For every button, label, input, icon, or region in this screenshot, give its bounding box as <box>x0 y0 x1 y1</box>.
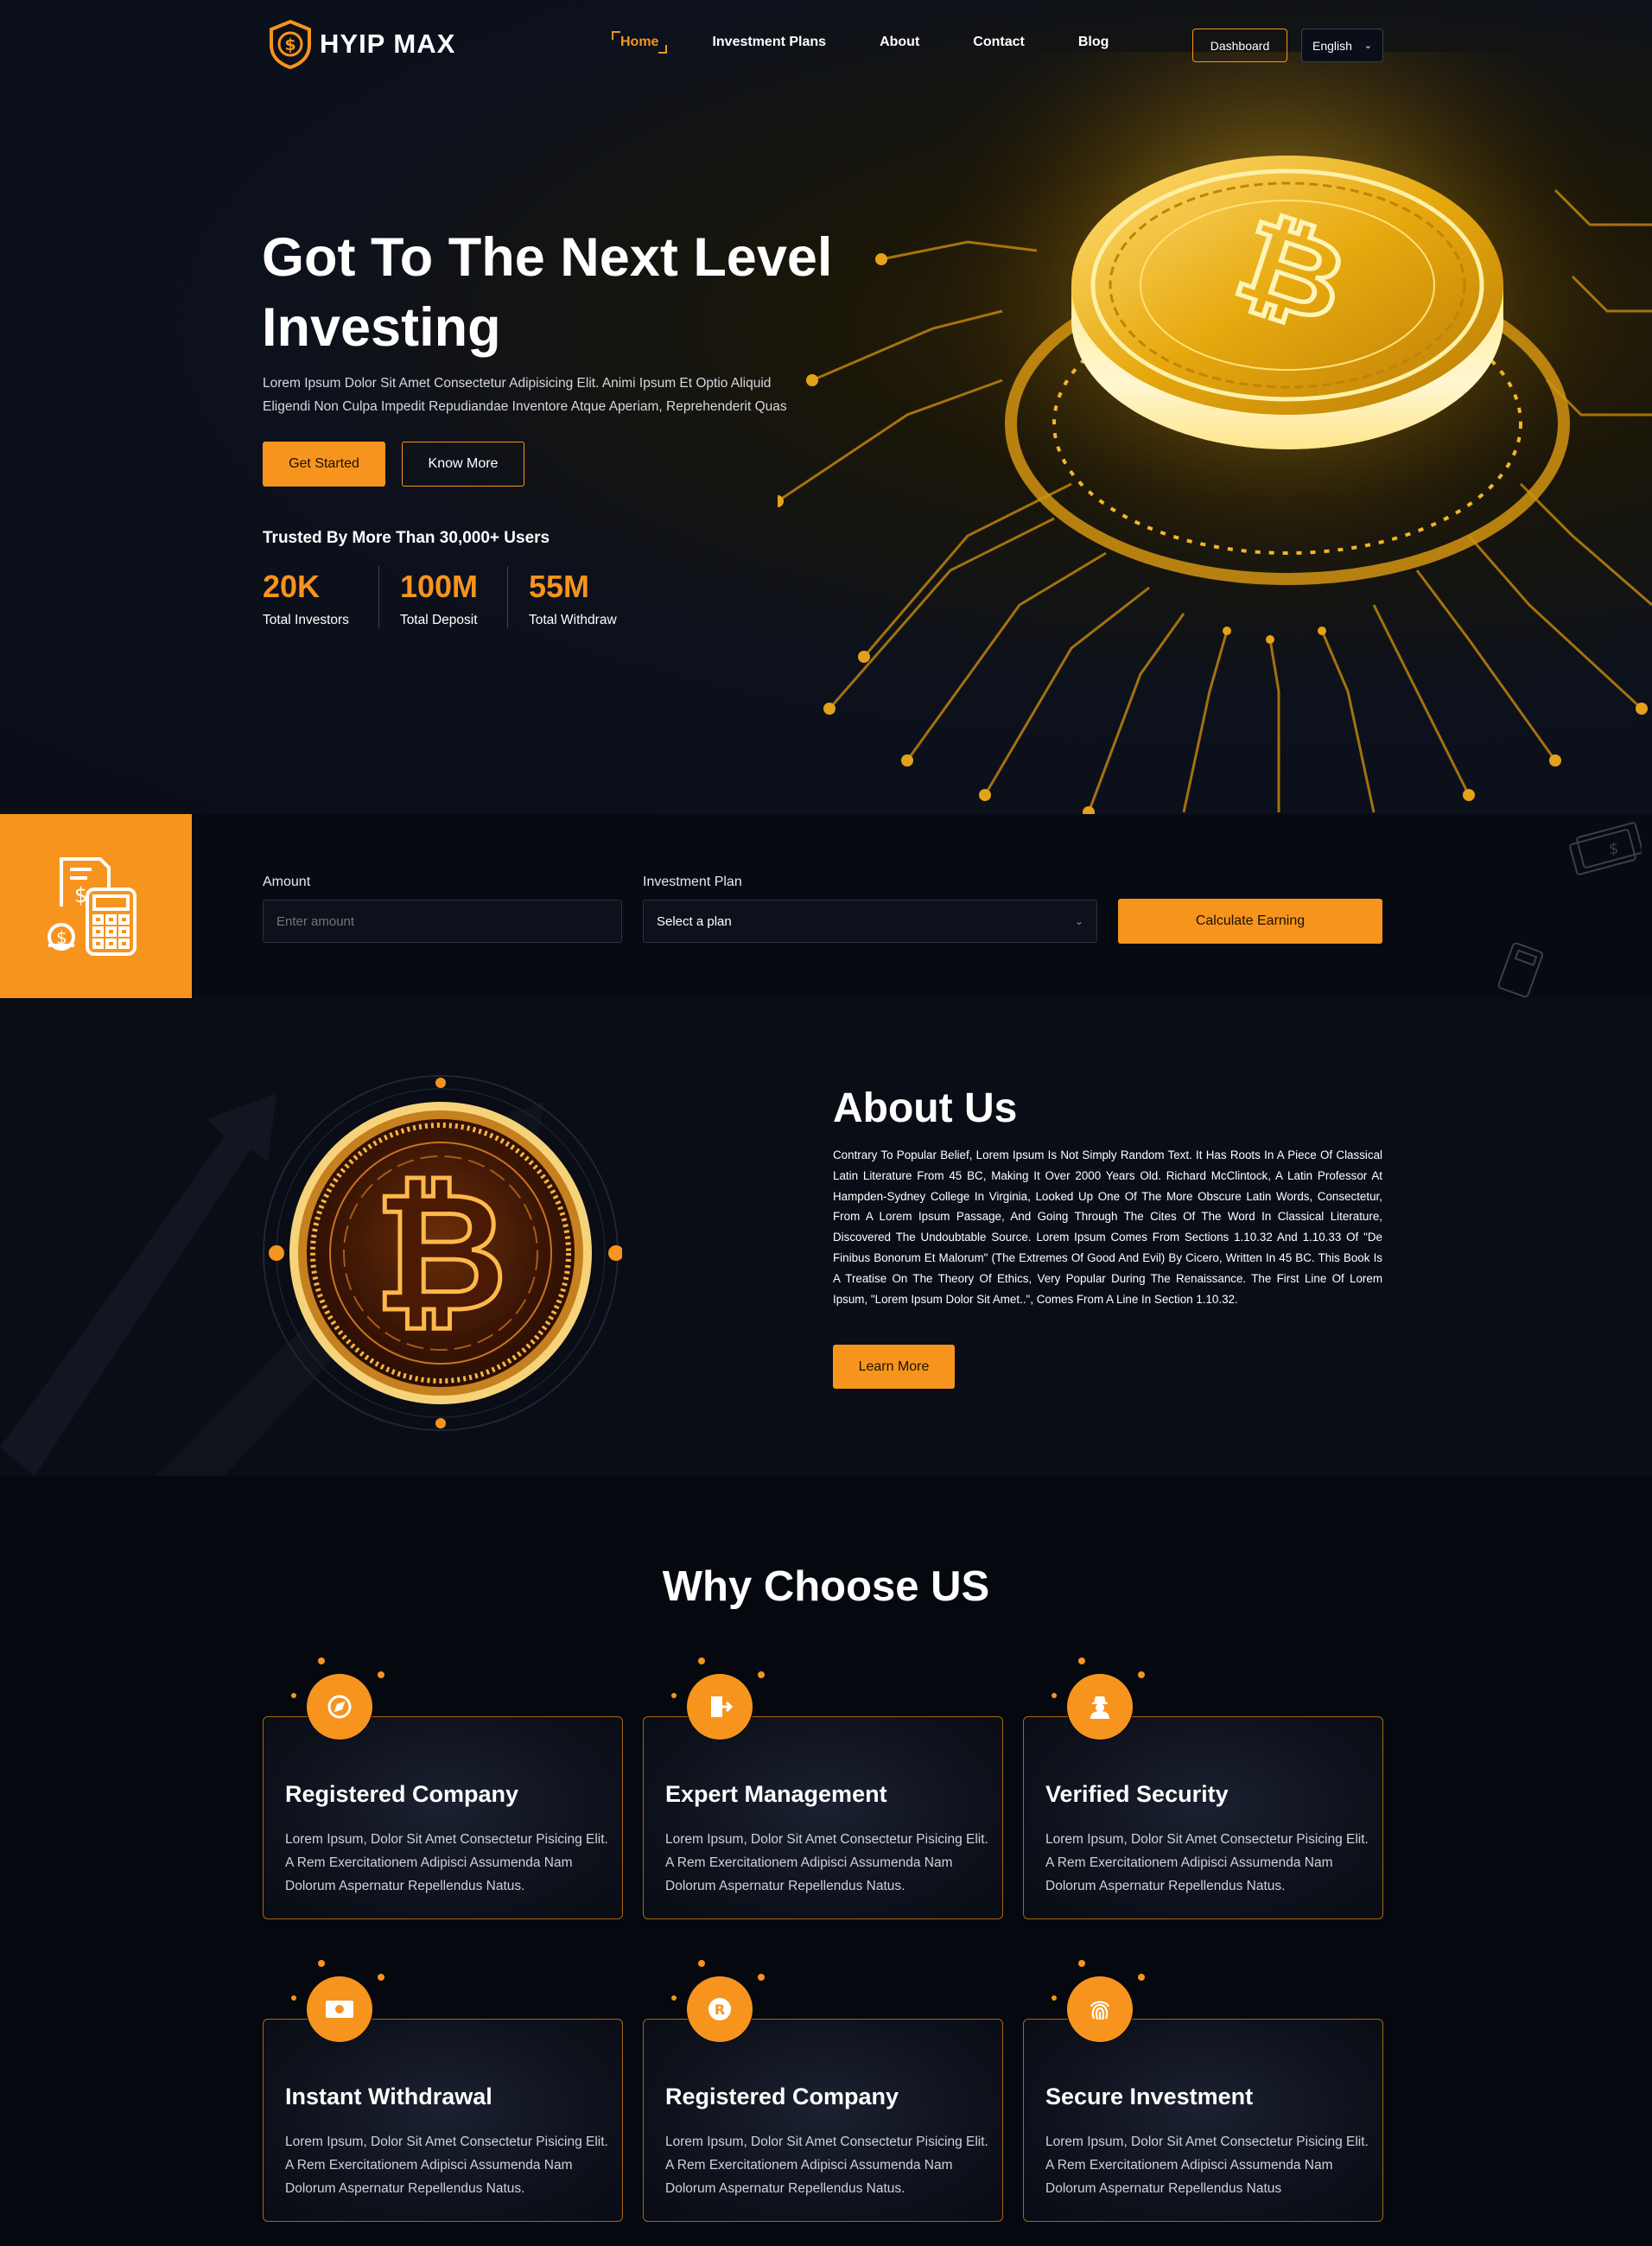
hero-title: Got To The Next Level Investing <box>262 223 884 363</box>
why-choose-section: Why Choose US Registered Company Lorem I… <box>0 1476 1652 2246</box>
money-bill-icon <box>307 1976 372 2042</box>
main-nav: Home Investment Plans About Contact Blog <box>612 31 1117 54</box>
get-started-button[interactable]: Get Started <box>263 442 385 487</box>
hero-title-line1: Got To The Next Level <box>262 227 833 288</box>
language-value: English <box>1312 38 1352 53</box>
shield-dollar-icon: $ <box>270 19 311 69</box>
hero-description-line2: Eligendi Non Culpa Impedit Repudiandae I… <box>263 399 787 414</box>
chevron-down-icon: ⌄ <box>1363 41 1372 51</box>
dashboard-button[interactable]: Dashboard <box>1192 29 1287 62</box>
stat-label: Total Investors <box>263 613 349 627</box>
logo[interactable]: $ HYIP MAX <box>268 17 455 71</box>
know-more-button[interactable]: Know More <box>402 442 524 487</box>
plan-select-value: Select a plan <box>657 913 732 929</box>
card-icon-badge <box>283 1651 396 1763</box>
amount-label: Amount <box>263 875 311 889</box>
card-title: Instant Withdrawal <box>285 2084 492 2109</box>
why-choose-title: Why Choose US <box>662 1563 990 1610</box>
hero-description: Lorem Ipsum Dolor Sit Amet Consectetur A… <box>263 372 816 418</box>
amount-input[interactable] <box>263 900 622 943</box>
agent-icon <box>1067 1674 1133 1740</box>
card-title: Registered Company <box>285 1781 519 1807</box>
card-title: Verified Security <box>1045 1781 1229 1807</box>
stat-value: 20K <box>263 569 321 604</box>
calculator-icon-box: $ $ <box>0 814 192 998</box>
card-description: Lorem Ipsum, Dolor Sit Amet Consectetur … <box>285 1832 608 1893</box>
about-section: ₿ About Us Contrary To Popular Belief, L… <box>0 998 1652 1476</box>
card-icon-badge <box>1044 1953 1156 2065</box>
nav-home[interactable]: Home <box>612 31 668 54</box>
hero-title-line2: Investing <box>262 297 501 358</box>
card-icon-badge <box>283 1953 396 2065</box>
stat-deposit: 100M Total Deposit <box>400 566 508 628</box>
card-title: Secure Investment <box>1045 2084 1254 2109</box>
investment-plan-select[interactable]: Select a plan ⌄ <box>643 900 1097 943</box>
stat-label: Total Withdraw <box>529 613 617 627</box>
stat-label: Total Deposit <box>399 613 478 627</box>
about-text: Contrary To Popular Belief, Lorem Ipsum … <box>833 1148 1382 1306</box>
icon-circle <box>686 1673 753 1740</box>
icon-circle <box>1066 1673 1134 1740</box>
language-select[interactable]: English ⌄ <box>1301 29 1383 62</box>
icon-circle <box>1066 1976 1134 2043</box>
svg-text:$: $ <box>284 35 295 54</box>
card-description: Lorem Ipsum, Dolor Sit Amet Consectetur … <box>665 1832 988 1893</box>
bitcoin-coin-image: ₿ <box>263 1075 622 1431</box>
stat-value: 100M <box>399 569 478 604</box>
svg-text:R: R <box>715 2001 725 2018</box>
calculator-decoration-icon <box>1497 942 1544 998</box>
hero-section: ₿ $ HYIP MAX Home Investment Plans About… <box>0 0 1652 814</box>
profit-calculator: $ $ Amount Investment Plan Select a plan… <box>0 814 1652 998</box>
hero-description-line1: Lorem Ipsum Dolor Sit Amet Consectetur A… <box>263 376 772 391</box>
card-description: Lorem Ipsum, Dolor Sit Amet Consectetur … <box>1045 2135 1369 2196</box>
calculate-earning-button[interactable]: Calculate Earning <box>1118 899 1382 944</box>
investment-plan-label: Investment Plan <box>643 875 742 889</box>
card-icon-badge <box>664 1651 776 1763</box>
card-icon-badge <box>1044 1651 1156 1763</box>
fingerprint-icon <box>1067 1976 1133 2042</box>
compass-icon <box>307 1674 372 1740</box>
icon-circle <box>306 1976 373 2043</box>
stat-withdraw: 55M Total Withdraw <box>529 566 646 628</box>
stat-investors: 20K Total Investors <box>263 566 379 628</box>
icon-circle <box>306 1673 373 1740</box>
chevron-down-icon: ⌄ <box>1074 915 1083 927</box>
document-export-icon <box>687 1674 753 1740</box>
nav-about[interactable]: About <box>871 31 928 54</box>
card-title: Expert Management <box>665 1781 887 1807</box>
svg-text:$: $ <box>1609 840 1618 858</box>
nav-contact[interactable]: Contact <box>964 31 1033 54</box>
registered-icon: R <box>687 1976 753 2042</box>
logo-text: HYIP MAX <box>320 29 456 59</box>
card-description: Lorem Ipsum, Dolor Sit Amet Consectetur … <box>665 2135 988 2196</box>
about-title: About Us <box>833 1085 1018 1131</box>
svg-text:$: $ <box>74 883 87 907</box>
learn-more-button[interactable]: Learn More <box>833 1345 955 1389</box>
card-description: Lorem Ipsum, Dolor Sit Amet Consectetur … <box>1045 1832 1369 1893</box>
bitcoin-circuit-illustration: ₿ <box>778 52 1652 814</box>
icon-circle: R <box>686 1976 753 2043</box>
svg-text:₿: ₿ <box>374 1157 508 1348</box>
stat-value: 55M <box>529 569 590 604</box>
calculator-invoice-icon: $ $ <box>48 856 137 956</box>
card-title: Registered Company <box>665 2084 899 2109</box>
hero-stats: 20K Total Investors 100M Total Deposit 5… <box>263 566 667 628</box>
nav-blog[interactable]: Blog <box>1070 31 1118 54</box>
nav-investment-plans[interactable]: Investment Plans <box>703 31 835 54</box>
trusted-text: Trusted By More Than 30,000+ Users <box>263 529 550 547</box>
money-decoration-icon: $ <box>1569 822 1642 875</box>
card-icon-badge: R <box>664 1953 776 2065</box>
card-description: Lorem Ipsum, Dolor Sit Amet Consectetur … <box>285 2135 608 2196</box>
